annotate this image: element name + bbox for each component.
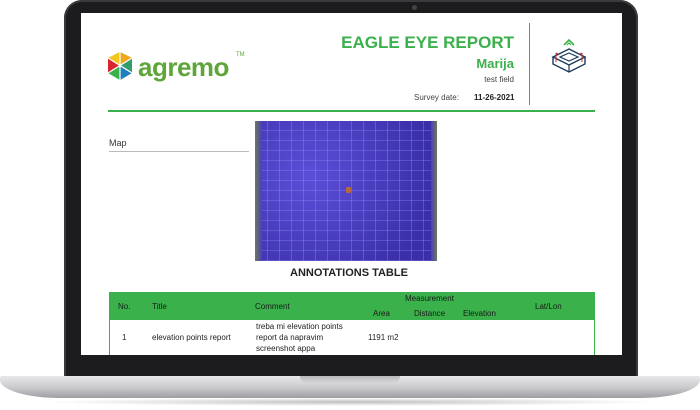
map-edge-left: [255, 121, 262, 261]
annotation-marker-icon: [346, 187, 351, 193]
column-header-measurement: Measurement: [405, 294, 454, 303]
survey-date-value: 11-26-2021: [474, 93, 515, 102]
laptop-mockup: agremo TM EAGLE EYE REPORT Marija test f…: [0, 0, 700, 410]
field-name: test field: [484, 75, 514, 84]
annotations-table-header: No. Title Comment Measurement Area Dista…: [109, 292, 595, 320]
table-row: 1 elevation points report treba mi eleva…: [109, 320, 595, 355]
survey-date-label: Survey date:: [414, 93, 459, 102]
laptop-base-notch: [300, 376, 400, 383]
camera-icon: [412, 5, 417, 10]
column-header-title: Title: [152, 302, 167, 311]
map-label: Map: [109, 138, 249, 152]
cell-title: elevation points report: [152, 333, 231, 342]
cell-comment-line-1: treba mi elevation points: [256, 322, 343, 331]
cell-no: 1: [122, 333, 127, 342]
annotations-table-title: ANNOTATIONS TABLE: [290, 267, 408, 279]
eagle-eye-report-icon: [551, 38, 587, 73]
column-header-area: Area: [373, 309, 390, 318]
agremo-logo-text: agremo: [138, 52, 229, 82]
column-header-no: No.: [118, 302, 131, 311]
laptop-shadow: [40, 398, 660, 406]
report-title: EAGLE EYE REPORT: [341, 33, 514, 52]
logo-trademark: TM: [236, 52, 245, 58]
column-header-comment: Comment: [255, 302, 290, 311]
cell-area: 1191 m2: [368, 333, 399, 342]
header-divider-vertical: [529, 23, 530, 105]
header-divider: [108, 110, 595, 112]
column-header-elevation: Elevation: [463, 309, 496, 318]
agremo-logo-icon: [107, 52, 133, 80]
column-header-latlon: Lat/Lon: [535, 302, 562, 311]
cell-comment-line-3: screenshot appa: [256, 344, 316, 353]
user-name: Marija: [476, 56, 514, 71]
map-edge-right: [431, 121, 437, 261]
report-screen: agremo TM EAGLE EYE REPORT Marija test f…: [81, 13, 622, 355]
cell-comment-line-2: report da napravim: [256, 333, 324, 342]
column-header-distance: Distance: [414, 309, 446, 318]
